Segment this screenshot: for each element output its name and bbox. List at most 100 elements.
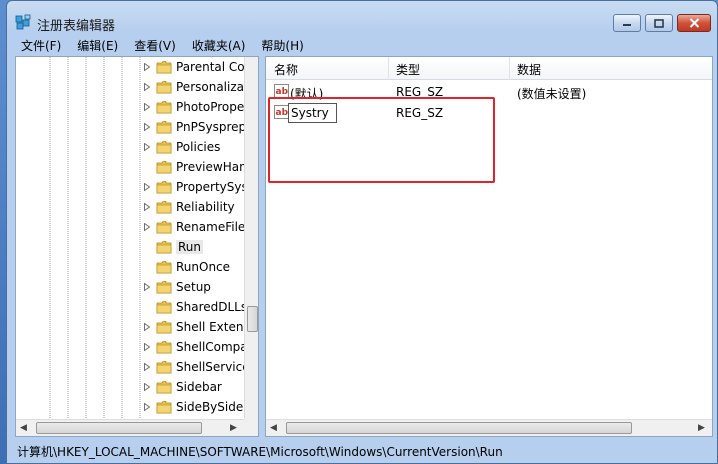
tree-guide-lines — [49, 57, 141, 419]
tree-horizontal-scrollbar[interactable]: ◀ ▶ — [16, 419, 244, 436]
folder-icon — [156, 101, 172, 114]
expand-arrow-icon[interactable] — [142, 402, 152, 412]
tree-item[interactable]: ShellCompa — [142, 337, 258, 357]
tree-item-label: ShellService — [176, 360, 250, 374]
column-divider[interactable] — [388, 57, 389, 80]
tree-item[interactable]: Sidebar — [142, 377, 258, 397]
value-data: (数值未设置) — [517, 87, 587, 101]
menu-file[interactable]: 文件(F) — [13, 35, 69, 54]
tree-item[interactable]: RunOnce — [142, 257, 258, 277]
menu-view[interactable]: 查看(V) — [126, 35, 184, 54]
column-divider[interactable] — [509, 57, 510, 80]
close-button[interactable] — [677, 14, 711, 32]
tree-item[interactable]: Policies — [142, 137, 258, 157]
menu-help[interactable]: 帮助(H) — [253, 35, 311, 54]
values-hscroll-thumb[interactable] — [286, 422, 632, 434]
expand-arrow-icon[interactable] — [142, 182, 152, 192]
folder-icon — [156, 181, 172, 194]
folder-icon — [156, 241, 172, 254]
tree-vertical-scrollbar[interactable] — [244, 57, 258, 419]
tree-item[interactable]: SharedDLLs — [142, 297, 258, 317]
close-icon — [689, 18, 699, 28]
folder-icon — [156, 141, 172, 154]
tree-item[interactable]: Shell Extens — [142, 317, 258, 337]
folder-icon — [156, 81, 172, 94]
folder-icon — [156, 381, 172, 394]
expand-arrow-icon[interactable] — [142, 222, 152, 232]
tree-item-label: SideBySide — [176, 400, 244, 414]
expand-arrow-icon[interactable] — [142, 342, 152, 352]
tree-item-label: Sidebar — [176, 380, 222, 394]
folder-icon — [156, 221, 172, 234]
window-title: 注册表编辑器 — [37, 19, 116, 34]
folder-icon — [156, 321, 172, 334]
expand-arrow-icon[interactable] — [142, 282, 152, 292]
tree-item[interactable]: RenameFile — [142, 217, 258, 237]
tree-item[interactable]: Parental Co — [142, 57, 258, 77]
tree-item-label: Shell Extens — [176, 320, 250, 334]
expand-arrow-icon[interactable] — [142, 322, 152, 332]
tree-item[interactable]: Reliability — [142, 197, 258, 217]
tree-item-label: SharedDLLs — [176, 300, 248, 314]
expand-arrow-icon[interactable] — [142, 102, 152, 112]
column-header: 名称 类型 数据 — [266, 57, 712, 80]
minimize-icon — [623, 24, 631, 26]
column-name[interactable]: 名称 — [274, 61, 298, 78]
scroll-right-icon[interactable]: ▶ — [230, 423, 237, 433]
tree-item[interactable]: ShellService — [142, 357, 258, 377]
tree-item-label: PhotoPrope — [176, 100, 245, 114]
red-highlight-box — [268, 97, 495, 183]
tree-item[interactable]: SideBySide — [142, 397, 258, 417]
minimize-button[interactable] — [613, 14, 641, 32]
menu-favorites[interactable]: 收藏夹(A) — [184, 35, 254, 54]
tree-item[interactable]: PropertySys — [142, 177, 258, 197]
tree-item-label: Run — [176, 240, 204, 254]
expand-arrow-icon[interactable] — [142, 142, 152, 152]
tree-item-label: PreviewHan — [176, 160, 247, 174]
expand-arrow-icon[interactable] — [142, 62, 152, 72]
folder-icon — [156, 201, 172, 214]
scroll-left-icon[interactable]: ◀ — [270, 423, 277, 433]
expand-arrow-icon[interactable] — [142, 82, 152, 92]
maximize-button[interactable] — [645, 14, 673, 32]
tree-item[interactable]: Personaliza — [142, 77, 258, 97]
expand-arrow-icon[interactable] — [142, 362, 152, 372]
status-bar-path: 计算机\HKEY_LOCAL_MACHINE\SOFTWARE\Microsof… — [17, 445, 503, 459]
scroll-right-icon[interactable]: ▶ — [698, 423, 705, 433]
folder-icon — [156, 281, 172, 294]
tree-item-label: Reliability — [176, 200, 235, 214]
tree-item-label: Personaliza — [176, 80, 244, 94]
column-type[interactable]: 类型 — [396, 61, 420, 78]
tree-item-label: RunOnce — [176, 260, 231, 274]
tree-item[interactable]: PnPSysprep — [142, 117, 258, 137]
tree-item-label: ShellCompa — [176, 340, 248, 354]
tree-item-label: Setup — [176, 280, 211, 294]
svg-text:ab: ab — [276, 87, 289, 97]
expand-arrow-icon[interactable] — [142, 122, 152, 132]
column-data[interactable]: 数据 — [517, 61, 541, 78]
values-pane[interactable]: 名称 类型 数据 ab (默认) REG_SZ (数值未设置) ab Systr… — [265, 56, 713, 437]
key-tree-pane[interactable]: Parental Co Personaliza PhotoPrope PnPSyspr… — [15, 56, 259, 437]
scroll-left-icon[interactable]: ◀ — [20, 423, 27, 433]
tree-vscroll-thumb[interactable] — [247, 306, 258, 332]
folder-icon — [156, 261, 172, 274]
title-bar[interactable]: 注册表编辑器 — [7, 1, 717, 35]
menu-edit[interactable]: 编辑(E) — [69, 35, 126, 54]
folder-icon — [156, 361, 172, 374]
values-horizontal-scrollbar[interactable]: ◀ ▶ — [266, 419, 712, 436]
tree-hscroll-thumb[interactable] — [36, 422, 202, 434]
expand-arrow-icon[interactable] — [142, 202, 152, 212]
tree-item[interactable]: PhotoPrope — [142, 97, 258, 117]
expand-arrow-icon[interactable] — [142, 382, 152, 392]
tree-item[interactable]: Setup — [142, 277, 258, 297]
regedit-app-icon — [15, 14, 31, 30]
tree-item-label: PropertySys — [176, 180, 248, 194]
string-value-icon: ab — [274, 84, 289, 98]
tree-item[interactable]: Run — [142, 237, 258, 257]
tree-item[interactable]: PreviewHan — [142, 157, 258, 177]
scroll-corner — [244, 419, 258, 436]
